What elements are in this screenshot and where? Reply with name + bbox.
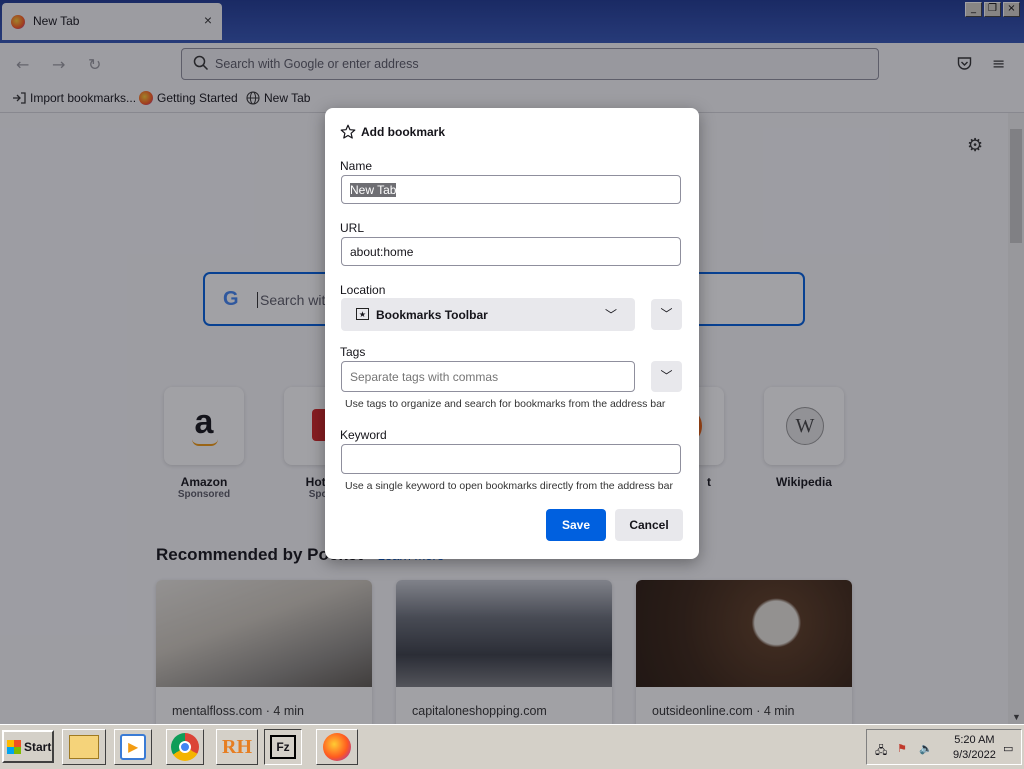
volume-icon[interactable]: 🔈	[919, 742, 933, 755]
chrome-icon	[171, 733, 199, 761]
taskbar-explorer[interactable]	[62, 729, 106, 765]
clock-date: 9/3/2022	[953, 749, 996, 761]
folder-icon	[69, 735, 99, 759]
security-alert-icon[interactable]: ⚑	[897, 742, 907, 755]
chevron-down-icon: ﹀	[660, 369, 673, 383]
taskbar: Start ▶ RH Fz 🖧 ⚑ 🔈 5:20 AM 9/3/2022 ▭	[0, 724, 1024, 769]
cancel-button[interactable]: Cancel	[615, 509, 683, 541]
name-field[interactable]: New Tab	[341, 175, 681, 204]
clock[interactable]: 5:20 AM 9/3/2022	[953, 733, 996, 763]
location-dropdown[interactable]: ★ Bookmarks Toolbar ﹀	[341, 298, 635, 331]
url-field[interactable]: about:home	[341, 237, 681, 266]
tags-label: Tags	[340, 345, 366, 359]
system-tray: 🖧 ⚑ 🔈 5:20 AM 9/3/2022 ▭	[866, 729, 1022, 765]
save-button[interactable]: Save	[546, 509, 606, 541]
tags-expand-button[interactable]: ﹀	[651, 361, 682, 392]
star-icon	[340, 124, 356, 139]
add-bookmark-dialog: Add bookmark Name New Tab URL about:home…	[325, 108, 699, 559]
keyword-field[interactable]	[341, 444, 681, 474]
url-field-value: about:home	[350, 245, 414, 259]
taskbar-media[interactable]: ▶	[114, 729, 152, 765]
name-field-value: New Tab	[350, 183, 397, 197]
location-label: Location	[340, 283, 386, 297]
taskbar-rh[interactable]: RH	[216, 729, 258, 765]
folder-tree-expand-button[interactable]: ﹀	[651, 299, 682, 330]
start-label: Start	[24, 739, 52, 754]
chevron-down-icon: ﹀	[604, 308, 617, 322]
url-label: URL	[340, 221, 365, 235]
dialog-header: Add bookmark	[340, 124, 445, 140]
dialog-title: Add bookmark	[361, 125, 446, 139]
taskbar-filezilla[interactable]: Fz	[264, 729, 302, 765]
windows-logo-icon	[7, 739, 21, 754]
network-icon[interactable]: 🖧	[875, 742, 887, 761]
chevron-down-icon: ﹀	[660, 307, 673, 321]
taskbar-firefox[interactable]	[316, 729, 358, 765]
start-button[interactable]: Start	[2, 730, 54, 763]
filezilla-icon: Fz	[270, 735, 296, 759]
keyword-label: Keyword	[340, 428, 387, 442]
show-desktop-icon[interactable]: ▭	[1003, 742, 1013, 755]
clock-time: 5:20 AM	[954, 734, 995, 746]
location-selected-value: Bookmarks Toolbar	[376, 308, 488, 322]
media-player-icon: ▶	[120, 734, 146, 760]
firefox-icon	[323, 733, 351, 761]
tags-field[interactable]	[341, 361, 635, 392]
name-label: Name	[340, 159, 373, 173]
tags-hint: Use tags to organize and search for book…	[345, 398, 666, 410]
taskbar-chrome[interactable]	[166, 729, 204, 765]
keyword-hint: Use a single keyword to open bookmarks d…	[345, 480, 673, 492]
bookmarks-toolbar-icon: ★	[356, 308, 369, 320]
rh-icon: RH	[222, 735, 252, 758]
